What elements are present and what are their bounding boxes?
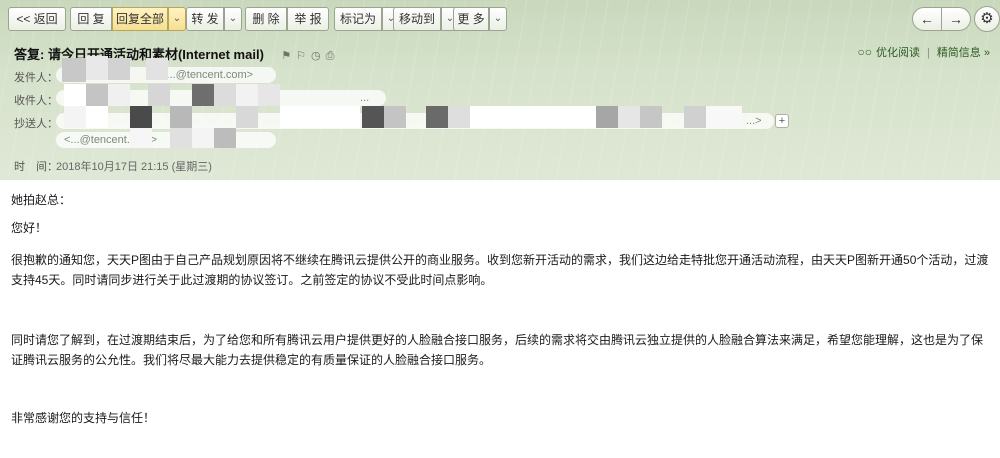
reply-dropdown-chevron-icon[interactable]: ⌄ bbox=[168, 7, 186, 31]
optimize-reading-link[interactable]: 优化阅读 bbox=[876, 47, 920, 59]
cc-more-addresses[interactable]: ...> bbox=[746, 115, 762, 127]
from-address[interactable]: <...@tencent.com> bbox=[160, 69, 253, 81]
toolbar: << 返回 回 复 回复全部 ⌄ 转 发 ⌄ 删 除 举 报 标记为 ⌄ 移动到… bbox=[0, 6, 1000, 33]
reply-all-button[interactable]: 回复全部 bbox=[112, 7, 168, 31]
back-button[interactable]: << 返回 bbox=[8, 7, 66, 31]
paragraph-2: 同时请您了解到，在过渡期结束后，为了给您和所有腾讯云用户提供更好的人脸融合接口服… bbox=[11, 333, 984, 367]
to-address[interactable]: ... bbox=[360, 92, 369, 104]
divider: | bbox=[926, 47, 930, 59]
more-chevron-icon[interactable]: ⌄ bbox=[489, 7, 507, 31]
mail-subject: 答复: 请今日开通活动和素材(Internet mail) bbox=[14, 47, 264, 62]
mail-body: 她拍赵总： 您好！ 很抱歉的通知您，天天P图由于自己产品规划原因将不继续在腾讯云… bbox=[0, 180, 1000, 458]
prev-arrow-icon[interactable]: ← bbox=[912, 7, 942, 31]
time-value: 2018年10月17日 21:15 (星期三) bbox=[56, 161, 212, 173]
gear-icon[interactable]: ⚙ bbox=[974, 6, 1000, 32]
mark-as-button[interactable]: 标记为 bbox=[334, 7, 382, 31]
to-label: 收件人： bbox=[14, 95, 58, 107]
cc-address-pill[interactable] bbox=[56, 113, 774, 129]
glasses-icon: ○○ bbox=[857, 45, 872, 59]
hello-line: 您好！ bbox=[11, 221, 48, 235]
reply-button[interactable]: 回 复 bbox=[70, 7, 112, 31]
forward-button[interactable]: 转 发 bbox=[186, 7, 224, 31]
greeting: 她拍赵总： bbox=[11, 193, 72, 207]
report-button[interactable]: 举 报 bbox=[287, 7, 329, 31]
closing-line: 非常感谢您的支持与信任！ bbox=[11, 411, 156, 425]
time-label: 时 间： bbox=[14, 161, 58, 173]
next-arrow-icon[interactable]: → bbox=[941, 7, 971, 31]
mail-header: << 返回 回 复 回复全部 ⌄ 转 发 ⌄ 删 除 举 报 标记为 ⌄ 移动到… bbox=[0, 0, 1000, 180]
cc-label: 抄送人： bbox=[14, 118, 58, 130]
brief-info-link[interactable]: 精简信息 » bbox=[937, 47, 990, 59]
from-label: 发件人： bbox=[14, 72, 58, 84]
flag-icon[interactable]: ⚑⚐◷⎙ bbox=[281, 49, 339, 63]
delete-button[interactable]: 删 除 bbox=[245, 7, 287, 31]
more-button[interactable]: 更 多 bbox=[453, 7, 489, 31]
add-recipient-icon[interactable]: + bbox=[775, 114, 789, 128]
forward-dropdown-chevron-icon[interactable]: ⌄ bbox=[224, 7, 242, 31]
paragraph-1: 很抱歉的通知您，天天P图由于自己产品规划原因将不继续在腾讯云提供公开的商业服务。… bbox=[11, 253, 989, 287]
move-to-button[interactable]: 移动到 bbox=[393, 7, 441, 31]
view-options: ○○ 优化阅读 | 精简信息 » bbox=[857, 44, 990, 60]
